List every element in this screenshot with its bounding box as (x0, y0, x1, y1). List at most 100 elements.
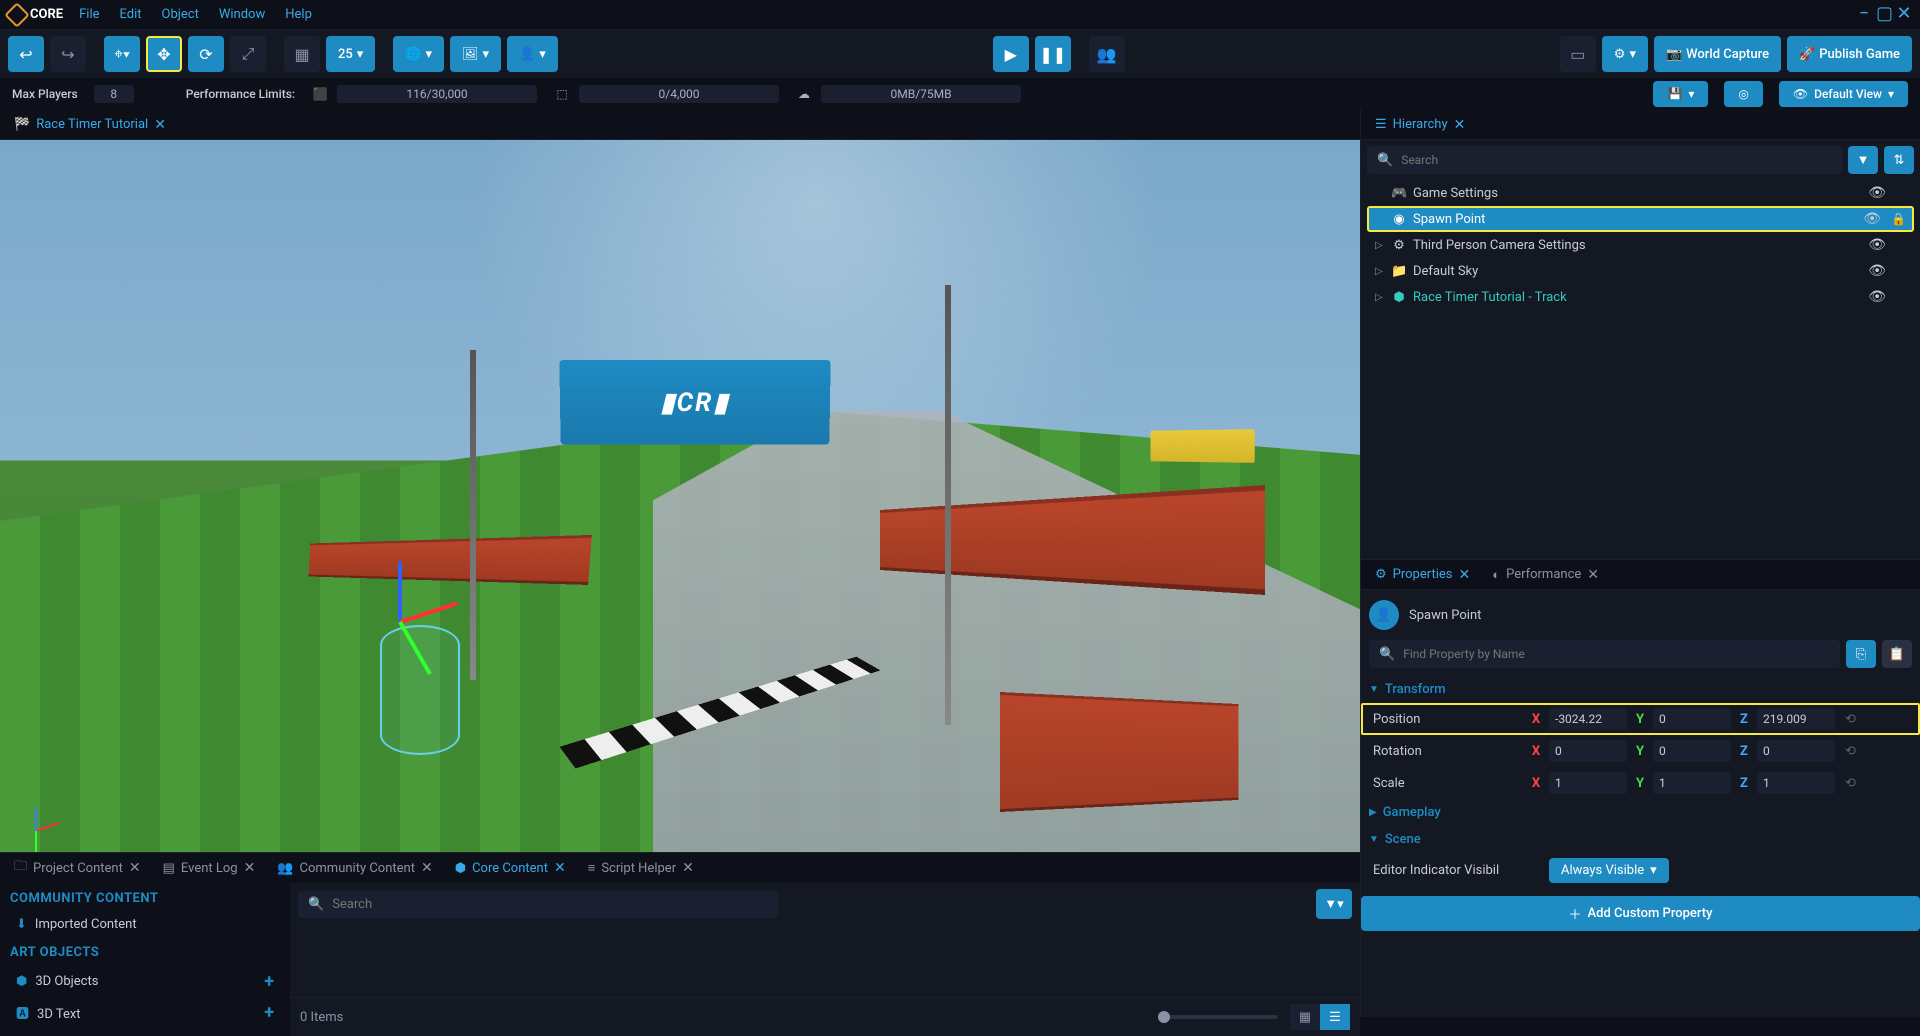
tab-core-content[interactable]: ⬢Core Content✕ (445, 856, 576, 880)
select-tool-button[interactable]: ⌖▾ (104, 36, 140, 72)
copy-properties-button[interactable]: ⎘ (1846, 640, 1876, 668)
tab-community-content[interactable]: 👥Community Content✕ (267, 856, 442, 880)
scale-x-input[interactable] (1549, 772, 1627, 794)
undo-button[interactable]: ↩ (8, 36, 44, 72)
expand-icon[interactable]: ▷ (1375, 240, 1385, 251)
tree-default-sky[interactable]: ▷📁 Default Sky 👁 (1367, 258, 1914, 284)
tab-project-content[interactable]: 🗀Project Content✕ (4, 853, 151, 883)
tree-race-track[interactable]: ▷⬢ Race Timer Tutorial - Track 👁 (1367, 284, 1914, 310)
rotate-tool-button[interactable]: ⟳ (188, 36, 224, 72)
publish-game-button[interactable]: 🚀 Publish Game (1787, 36, 1912, 72)
visibility-icon[interactable]: 👁 (1868, 237, 1886, 253)
terrain-dropdown[interactable]: 🖼 ▾ (450, 36, 501, 72)
settings-dropdown[interactable]: ⚙ ▾ (1602, 36, 1648, 72)
section-gameplay[interactable]: ▶Gameplay (1361, 799, 1920, 826)
maximize-icon[interactable]: ▢ (1876, 7, 1892, 23)
visibility-icon[interactable]: 👁 (1863, 211, 1881, 227)
close-tab-icon[interactable]: ✕ (1458, 567, 1470, 583)
sidebar-3d-objects[interactable]: ⬢3D Objects+ (10, 966, 280, 997)
tab-hierarchy[interactable]: ☰Hierarchy✕ (1365, 113, 1475, 137)
rotation-z-input[interactable] (1757, 740, 1835, 762)
tab-script-helper[interactable]: ≡Script Helper✕ (578, 856, 704, 880)
sidebar-3d-text[interactable]: 🅰3D Text+ (10, 997, 280, 1028)
hierarchy-sort-button[interactable]: ⇅ (1884, 146, 1914, 174)
world-space-dropdown[interactable]: 🌐 ▾ (393, 36, 444, 72)
tab-properties[interactable]: ⚙Properties✕ (1365, 563, 1480, 587)
world-capture-button[interactable]: 📷 World Capture (1654, 36, 1781, 72)
max-players-value[interactable]: 8 (94, 85, 134, 103)
play-button[interactable]: ▶ (993, 36, 1029, 72)
expand-icon[interactable]: ▷ (1375, 266, 1385, 277)
close-tab-icon[interactable]: ✕ (554, 860, 566, 876)
scale-z-input[interactable] (1757, 772, 1835, 794)
reset-icon[interactable]: ⟲ (1845, 776, 1856, 791)
close-tab-icon[interactable]: ✕ (1587, 567, 1599, 583)
scale-y-input[interactable] (1653, 772, 1731, 794)
position-y-input[interactable] (1653, 708, 1731, 730)
position-x-input[interactable] (1549, 708, 1627, 730)
close-tab-icon[interactable]: ✕ (129, 860, 141, 876)
tab-performance[interactable]: ◐Performance✕ (1482, 563, 1609, 587)
position-z-input[interactable] (1757, 708, 1835, 730)
rotation-y-input[interactable] (1653, 740, 1731, 762)
rotation-x-input[interactable] (1549, 740, 1627, 762)
paste-properties-button[interactable]: 📋 (1882, 640, 1912, 668)
avatar-dropdown[interactable]: 👤 ▾ (507, 36, 558, 72)
minimize-icon[interactable]: − (1856, 7, 1872, 23)
multiplayer-preview-button[interactable]: 👥 (1089, 36, 1125, 72)
content-search[interactable]: 🔍 (298, 891, 778, 918)
content-search-input[interactable] (332, 897, 768, 912)
visibility-icon[interactable]: 👁 (1868, 185, 1886, 201)
grid-view-button[interactable]: ▦ (1290, 1004, 1320, 1030)
move-tool-button[interactable]: ✥ (146, 36, 182, 72)
visibility-icon[interactable]: 👁 (1868, 263, 1886, 279)
expand-icon[interactable]: + (264, 1002, 274, 1023)
close-tab-icon[interactable]: ✕ (1454, 117, 1466, 133)
reset-icon[interactable]: ⟲ (1845, 744, 1856, 759)
tree-spawn-point[interactable]: ◉ Spawn Point 👁 🔒 (1367, 206, 1914, 232)
section-scene[interactable]: ▼Scene (1361, 826, 1920, 853)
hierarchy-filter-button[interactable]: ▼ (1848, 146, 1878, 174)
scale-tool-button[interactable]: ⤢ (230, 36, 266, 72)
menu-file[interactable]: File (79, 7, 99, 22)
close-icon[interactable]: ✕ (1896, 7, 1912, 23)
visibility-icon[interactable]: 👁 (1868, 289, 1886, 305)
redo-button[interactable]: ↪ (50, 36, 86, 72)
property-search-input[interactable] (1403, 647, 1830, 661)
indicator-visibility-dropdown[interactable]: Always Visible ▾ (1549, 858, 1669, 883)
section-transform[interactable]: ▼Transform (1361, 676, 1920, 703)
grid-snap-button[interactable]: ▦ (284, 36, 320, 72)
viewport-3d[interactable]: ▮CR▮ (0, 140, 1360, 852)
close-tab-icon[interactable]: ✕ (421, 860, 433, 876)
default-view-dropdown[interactable]: 👁 Default View ▾ (1779, 81, 1908, 107)
hierarchy-search[interactable]: 🔍 (1367, 146, 1842, 174)
lock-icon[interactable]: 🔒 (1891, 212, 1906, 226)
thumbnail-size-slider[interactable] (1158, 1015, 1278, 1019)
spawn-point-gizmo[interactable] (380, 625, 460, 755)
list-view-button[interactable]: ☰ (1320, 1004, 1350, 1030)
hierarchy-search-input[interactable] (1401, 153, 1832, 167)
tab-event-log[interactable]: ▤Event Log✕ (153, 856, 266, 880)
viewport-tab[interactable]: 🏁 Race Timer Tutorial ✕ (4, 113, 176, 137)
reset-icon[interactable]: ⟲ (1845, 712, 1856, 727)
close-tab-icon[interactable]: ✕ (682, 860, 694, 876)
menu-object[interactable]: Object (162, 7, 199, 22)
save-view-dropdown[interactable]: 💾 ▾ (1653, 81, 1708, 107)
cast-button[interactable]: ▭ (1560, 36, 1596, 72)
menu-edit[interactable]: Edit (120, 7, 142, 22)
tree-camera-settings[interactable]: ▷⚙ Third Person Camera Settings 👁 (1367, 232, 1914, 258)
close-tab-icon[interactable]: ✕ (154, 117, 166, 133)
pause-button[interactable]: ❚❚ (1035, 36, 1071, 72)
menu-window[interactable]: Window (219, 7, 265, 22)
snap-value-dropdown[interactable]: 25 ▾ (326, 36, 375, 72)
tree-game-settings[interactable]: 🎮 Game Settings 👁 (1367, 180, 1914, 206)
content-filter-dropdown[interactable]: ▼▾ (1316, 889, 1352, 919)
add-custom-property-button[interactable]: ＋Add Custom Property (1361, 896, 1920, 931)
close-tab-icon[interactable]: ✕ (244, 860, 256, 876)
expand-icon[interactable]: ▷ (1375, 292, 1385, 303)
property-search[interactable]: 🔍 (1369, 640, 1840, 668)
sidebar-imported-content[interactable]: ⬇Imported Content (10, 912, 280, 937)
expand-icon[interactable]: + (264, 971, 274, 992)
menu-help[interactable]: Help (285, 7, 312, 22)
view-target-button[interactable]: ◎ (1724, 81, 1762, 107)
